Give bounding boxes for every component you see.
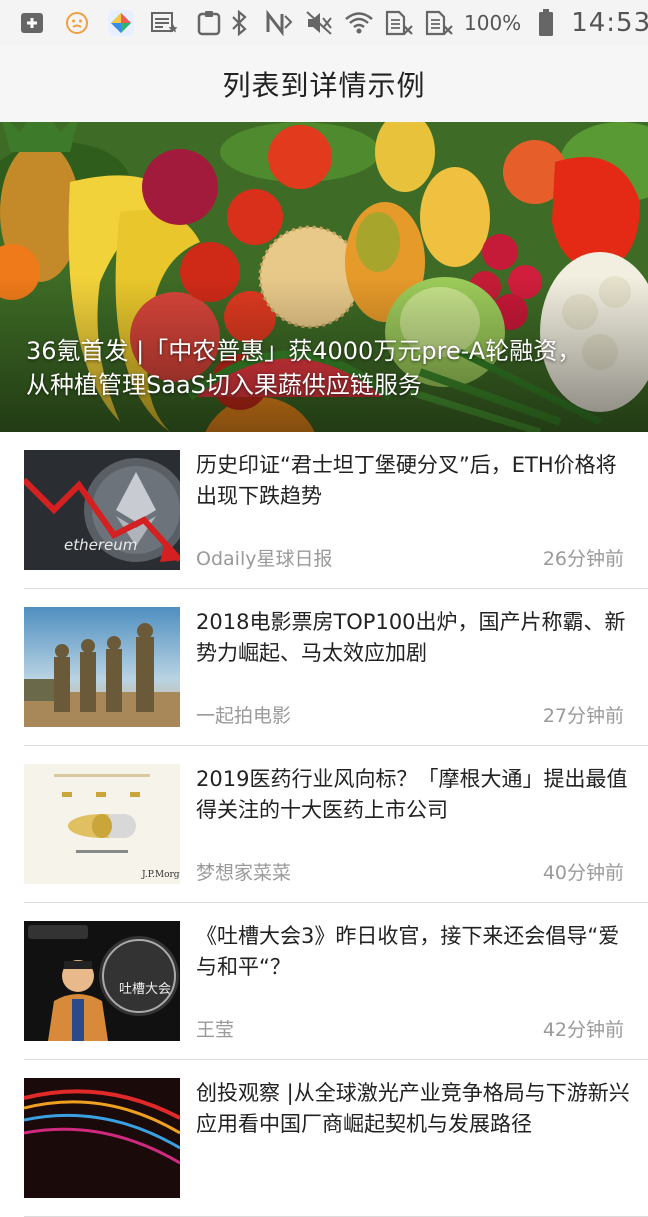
list-item[interactable]: ethereum 历史印证“君士坦丁堡硬分叉”后，ETH价格将出现下跌趋势 Od… [24,432,648,589]
no-sim-1-icon [384,9,414,37]
bluetooth-icon [224,9,254,37]
app-bar: 列表到详情示例 [0,46,648,122]
article-title: 《吐槽大会3》昨日收官，接下来还会倡导“爱与和平“？ [196,924,620,979]
calculator-star-icon [150,9,180,37]
article-source: 一起拍电影 [196,705,292,727]
list-item[interactable]: J.P.Morgan 2019医药行业风向标？「摩根大通」提出最值得关注的十大医… [24,746,648,903]
article-thumbnail [24,607,180,727]
clock: 14:53 [571,8,648,38]
article-time: 40分钟前 [542,862,624,884]
battery-percent: 100% [464,11,522,35]
mute-icon [304,9,334,37]
hero-banner[interactable]: 36氪首发 |「中农普惠」获4000万元pre-A轮融资， 从种植管理SaaS切… [0,122,648,432]
page-title: 列表到详情示例 [222,69,426,102]
list-item[interactable]: 创投观察 |从全球激光产业竞争格局与下游新兴应用看中国厂商崛起契机与发展路径 [24,1060,648,1217]
article-thumbnail [24,1078,180,1198]
no-sim-2-icon [424,9,454,37]
ethereum-thumb-text: ethereum [64,536,137,554]
colorful-app-icon [106,9,136,37]
article-list: ethereum 历史印证“君士坦丁堡硬分叉”后，ETH价格将出现下跌趋势 Od… [0,432,648,1217]
article-title: 创投观察 |从全球激光产业竞争格局与下游新兴应用看中国厂商崛起契机与发展路径 [196,1081,630,1136]
article-title: 历史印证“君士坦丁堡硬分叉”后，ETH价格将出现下跌趋势 [196,453,617,508]
article-source: 梦想家菜菜 [196,862,292,884]
emoji-app-icon [62,9,92,37]
wifi-icon [344,9,374,37]
add-notification-icon [18,9,48,37]
article-source: Odaily星球日报 [196,548,333,570]
article-thumbnail: 吐槽大会 [24,921,180,1041]
article-time: 27分钟前 [542,705,624,727]
show-logo-text: 吐槽大会 [119,982,171,997]
list-item[interactable]: 2018电影票房TOP100出炉，国产片称霸、新势力崛起、马太效应加剧 一起拍电… [24,589,648,746]
article-time: 26分钟前 [542,548,624,570]
hero-caption-line-2: 从种植管理SaaS切入果蔬供应链服务 [26,371,422,399]
article-thumbnail: ethereum [24,450,180,570]
hero-caption: 36氪首发 |「中农普惠」获4000万元pre-A轮融资， 从种植管理SaaS切… [26,334,626,402]
battery-icon [531,9,561,37]
article-source: 王莹 [196,1019,235,1041]
article-title: 2018电影票房TOP100出炉，国产片称霸、新势力崛起、马太效应加剧 [196,610,626,665]
list-item[interactable]: 吐槽大会 《吐槽大会3》昨日收官，接下来还会倡导“爱与和平“？ 王莹 42分钟前 [24,903,648,1060]
clipboard-icon [194,9,224,37]
hero-caption-line-1: 36氪首发 |「中农普惠」获4000万元pre-A轮融资， [26,337,582,365]
jpmorgan-thumb-text: J.P.Morgan [141,870,180,880]
article-thumbnail: J.P.Morgan [24,764,180,884]
article-time: 42分钟前 [542,1019,624,1041]
article-title: 2019医药行业风向标？「摩根大通」提出最值得关注的十大医药上市公司 [196,767,628,822]
status-bar: 100% 14:53 [0,0,648,46]
nfc-icon [264,9,294,37]
